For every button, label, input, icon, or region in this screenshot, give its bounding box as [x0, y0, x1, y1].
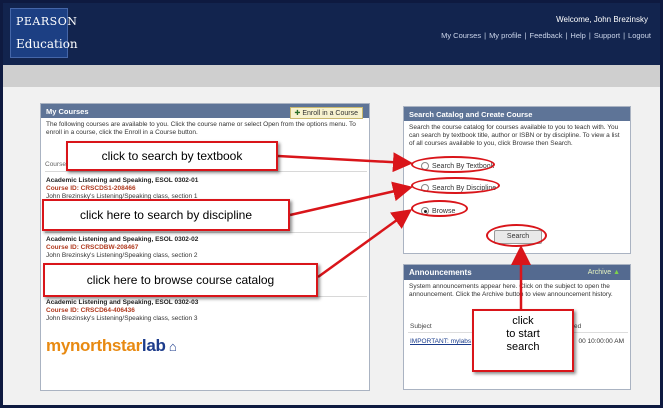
arrow-to-textbook: [277, 152, 413, 173]
arrow-to-browse: [317, 209, 413, 279]
callout-discipline: click here to search by discipline: [42, 199, 290, 231]
arrow-to-discipline: [289, 181, 413, 217]
callout-line-1: click: [512, 315, 534, 327]
callout-line-3: search: [506, 341, 540, 353]
callout-browse: click here to browse course catalog: [43, 263, 318, 297]
callout-textbook: click to search by textbook: [66, 141, 278, 171]
callout-start-search: click to start search: [472, 309, 574, 372]
callout-line-2: to start: [506, 328, 540, 340]
